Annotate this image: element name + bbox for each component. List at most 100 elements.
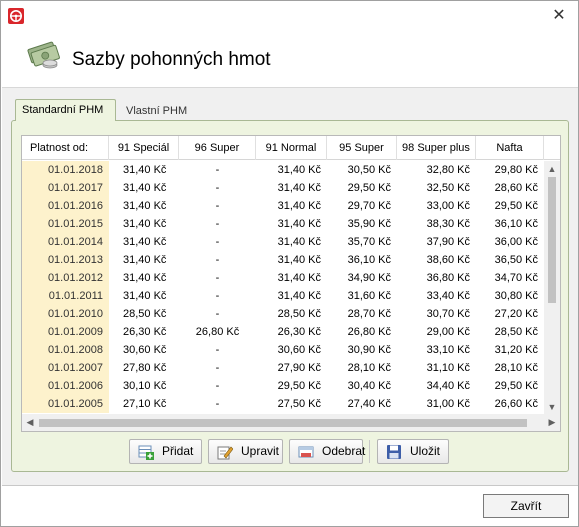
cell-95-super: 28,70 Kč	[347, 308, 391, 320]
dialog-window: ✕ Sazby pohonných hmot Standardní PHM Vl…	[0, 0, 579, 527]
cell-91-special: 27,80 Kč	[123, 362, 167, 374]
cell-91-normal: 31,40 Kč	[277, 200, 321, 212]
table-row[interactable]: 01.01.2013 31,40 Kč - 31,40 Kč 36,10 Kč …	[22, 251, 544, 269]
steering-wheel-icon	[8, 8, 24, 24]
table-row[interactable]: 01.01.2007 27,80 Kč - 27,90 Kč 28,10 Kč …	[22, 359, 544, 377]
remove-row-icon	[298, 444, 314, 460]
cell-98-super-plus: 32,50 Kč	[426, 182, 470, 194]
cell-diesel: 34,70 Kč	[494, 272, 538, 284]
scroll-up-arrow-icon[interactable]: ▲	[544, 161, 560, 177]
cell-95-super: 34,90 Kč	[347, 272, 391, 284]
money-icon	[26, 39, 62, 71]
cell-91-special: 31,40 Kč	[123, 164, 167, 176]
fuel-rates-grid: Platnost od: 91 Speciál 96 Super 91 Norm…	[21, 135, 561, 432]
column-header-95-super[interactable]: 95 Super	[327, 136, 397, 160]
save-disk-icon	[386, 444, 402, 460]
column-header-diesel[interactable]: Nafta	[476, 136, 544, 160]
cell-98-super-plus: 34,40 Kč	[426, 380, 470, 392]
grid-rows: 01.01.2018 31,40 Kč - 31,40 Kč 30,50 Kč …	[22, 161, 544, 413]
cell-diesel: 29,80 Kč	[494, 164, 538, 176]
cell-valid-from: 01.01.2006	[22, 377, 109, 395]
cell-96-super: 26,80 Kč	[195, 326, 240, 338]
cell-valid-from: 01.01.2012	[22, 269, 109, 287]
cell-diesel: 36,10 Kč	[494, 218, 538, 230]
table-row[interactable]: 01.01.2015 31,40 Kč - 31,40 Kč 35,90 Kč …	[22, 215, 544, 233]
cell-96-super: -	[215, 398, 220, 410]
horizontal-scrollbar[interactable]: ◀ ▶	[22, 414, 560, 431]
column-header-96-super[interactable]: 96 Super	[179, 136, 256, 160]
cell-diesel: 28,50 Kč	[494, 326, 538, 338]
table-row[interactable]: 01.01.2010 28,50 Kč - 28,50 Kč 28,70 Kč …	[22, 305, 544, 323]
scroll-right-arrow-icon[interactable]: ▶	[544, 414, 560, 431]
cell-diesel: 27,20 Kč	[494, 308, 538, 320]
cell-91-special: 26,30 Kč	[123, 326, 167, 338]
cell-91-special: 30,60 Kč	[123, 344, 167, 356]
cell-91-normal: 31,40 Kč	[277, 254, 321, 266]
cell-valid-from: 01.01.2018	[22, 161, 109, 179]
table-row[interactable]: 01.01.2014 31,40 Kč - 31,40 Kč 35,70 Kč …	[22, 233, 544, 251]
cell-98-super-plus: 31,00 Kč	[426, 398, 470, 410]
table-row[interactable]: 01.01.2011 31,40 Kč - 31,40 Kč 31,60 Kč …	[22, 287, 544, 305]
cell-96-super: -	[215, 182, 220, 194]
cell-valid-from: 01.01.2011	[22, 287, 109, 305]
cell-91-normal: 27,90 Kč	[277, 362, 321, 374]
scroll-down-arrow-icon[interactable]: ▼	[544, 399, 560, 415]
table-row[interactable]: 01.01.2012 31,40 Kč - 31,40 Kč 34,90 Kč …	[22, 269, 544, 287]
cell-96-super: -	[215, 290, 220, 302]
cell-91-special: 28,50 Kč	[123, 308, 167, 320]
table-row[interactable]: 01.01.2006 30,10 Kč - 29,50 Kč 30,40 Kč …	[22, 377, 544, 395]
remove-button[interactable]: Odebrat	[289, 439, 365, 464]
cell-valid-from: 01.01.2014	[22, 233, 109, 251]
table-row[interactable]: 01.01.2005 27,10 Kč - 27,50 Kč 27,40 Kč …	[22, 395, 544, 413]
column-header-91-special[interactable]: 91 Speciál	[109, 136, 179, 160]
cell-98-super-plus: 38,30 Kč	[426, 218, 470, 230]
table-row[interactable]: 01.01.2016 31,40 Kč - 31,40 Kč 29,70 Kč …	[22, 197, 544, 215]
cell-91-normal: 31,40 Kč	[277, 236, 321, 248]
edit-button[interactable]: Upravit	[208, 439, 283, 464]
cell-98-super-plus: 37,90 Kč	[426, 236, 470, 248]
tab-standard-fuel[interactable]: Standardní PHM	[15, 99, 116, 121]
table-row[interactable]: 01.01.2018 31,40 Kč - 31,40 Kč 30,50 Kč …	[22, 161, 544, 179]
column-header-91-normal[interactable]: 91 Normal	[256, 136, 327, 160]
column-header-valid-from[interactable]: Platnost od:	[22, 136, 109, 160]
cell-diesel: 28,60 Kč	[494, 182, 538, 194]
vertical-scrollbar[interactable]: ▲ ▼	[544, 161, 560, 415]
cell-valid-from: 01.01.2017	[22, 179, 109, 197]
cell-98-super-plus: 31,10 Kč	[426, 362, 470, 374]
vertical-scroll-thumb[interactable]	[548, 177, 556, 303]
cell-diesel: 36,00 Kč	[494, 236, 538, 248]
cell-98-super-plus: 38,60 Kč	[426, 254, 470, 266]
cell-91-normal: 31,40 Kč	[277, 272, 321, 284]
add-button[interactable]: Přidat	[129, 439, 202, 464]
cell-91-normal: 30,60 Kč	[277, 344, 321, 356]
cell-diesel: 28,10 Kč	[494, 362, 538, 374]
cell-96-super: -	[215, 236, 220, 248]
cell-95-super: 28,10 Kč	[347, 362, 391, 374]
tab-panel: Platnost od: 91 Speciál 96 Super 91 Norm…	[11, 120, 569, 472]
save-button[interactable]: Uložit	[377, 439, 449, 464]
cell-valid-from: 01.01.2008	[22, 341, 109, 359]
table-row[interactable]: 01.01.2008 30,60 Kč - 30,60 Kč 30,90 Kč …	[22, 341, 544, 359]
cell-96-super: -	[215, 218, 220, 230]
cell-91-normal: 26,30 Kč	[277, 326, 321, 338]
close-dialog-button[interactable]: Zavřít	[483, 494, 569, 518]
cell-91-normal: 29,50 Kč	[277, 380, 321, 392]
grid-toolbar: Přidat Upravit Odebrat Uložit	[12, 439, 570, 467]
window-close-button[interactable]: ✕	[548, 5, 570, 25]
dialog-title: Sazby pohonných hmot	[72, 49, 271, 70]
cell-valid-from: 01.01.2005	[22, 395, 109, 413]
table-row[interactable]: 01.01.2009 26,30 Kč 26,80 Kč 26,30 Kč 26…	[22, 323, 544, 341]
cell-96-super: -	[215, 200, 220, 212]
column-header-98-super-plus[interactable]: 98 Super plus	[397, 136, 476, 160]
cell-95-super: 31,60 Kč	[347, 290, 391, 302]
horizontal-scroll-thumb[interactable]	[39, 419, 527, 427]
cell-96-super: -	[215, 308, 220, 320]
cell-diesel: 29,50 Kč	[494, 200, 538, 212]
table-row[interactable]: 01.01.2017 31,40 Kč - 31,40 Kč 29,50 Kč …	[22, 179, 544, 197]
cell-valid-from: 01.01.2009	[22, 323, 109, 341]
cell-98-super-plus: 33,40 Kč	[426, 290, 470, 302]
scroll-left-arrow-icon[interactable]: ◀	[22, 414, 38, 431]
cell-98-super-plus: 33,00 Kč	[426, 200, 470, 212]
cell-91-special: 31,40 Kč	[123, 290, 167, 302]
cell-96-super: -	[215, 362, 220, 374]
